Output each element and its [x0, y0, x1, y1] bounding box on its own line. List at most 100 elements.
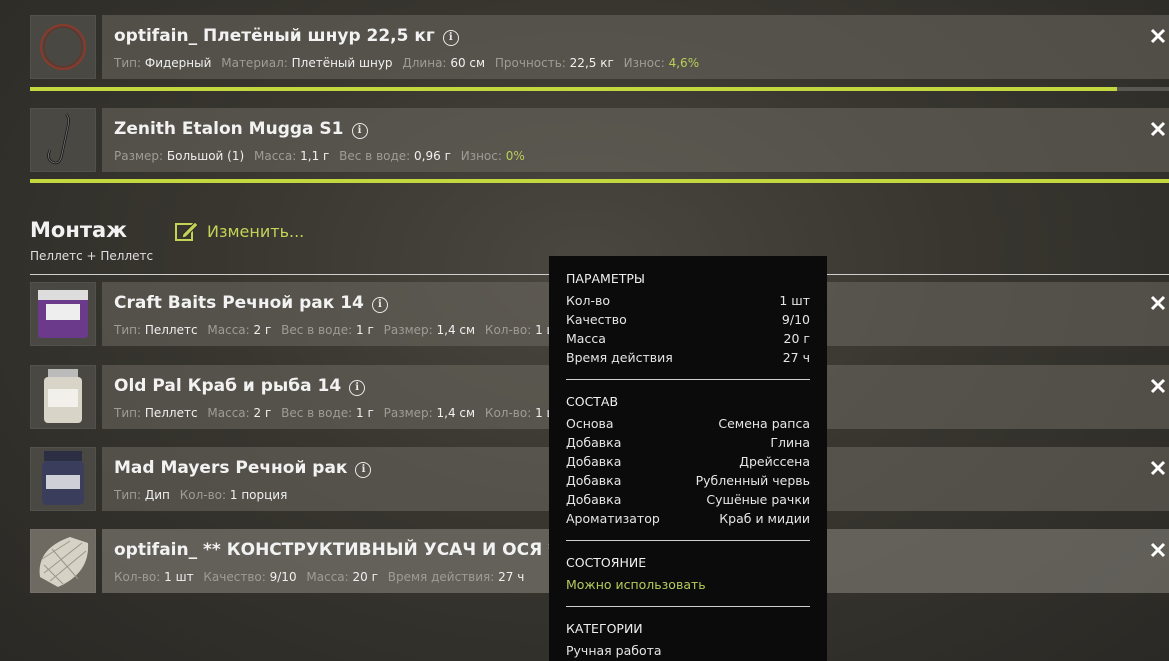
- meta-value: Большой (1): [166, 149, 245, 163]
- meta-value: Пеллетс: [144, 406, 198, 420]
- close-icon[interactable]: [1149, 120, 1167, 138]
- wear-value: 4,6%: [668, 56, 700, 70]
- bait-thumbnail: [30, 529, 96, 593]
- close-icon[interactable]: [1149, 377, 1167, 395]
- meta-label: Вес в воде:: [281, 323, 353, 337]
- wear-value: 0%: [505, 149, 525, 163]
- meta-value: 1 г: [356, 323, 374, 337]
- composition-value: Краб и мидии: [719, 511, 810, 526]
- composition-label: Ароматизатор: [566, 511, 660, 526]
- meta-label: Тип:: [114, 56, 142, 70]
- meta-value: 1 порция: [229, 488, 288, 502]
- meta-label: Тип:: [114, 323, 142, 337]
- info-icon[interactable]: i: [442, 30, 459, 46]
- line-meta: Тип: Фидерный Материал: Плетёный шнур Дл…: [114, 56, 705, 70]
- bait-title-text: optifain_ ** КОНСТРУКТИВНЫЙ УСАЧ И ОСЯ *…: [114, 540, 566, 560]
- edit-rig-button[interactable]: Изменить...: [175, 220, 304, 242]
- param-label: Масса: [566, 331, 606, 346]
- info-icon[interactable]: i: [371, 297, 388, 313]
- bait-title-text: Old Pal Краб и рыба 14: [114, 376, 342, 396]
- pellet-bucket-icon: [38, 290, 88, 338]
- line-item[interactable]: optifain_ Плетёный шнур 22,5 кг i Тип: Фи…: [30, 15, 1169, 79]
- meta-value: Фидерный: [144, 56, 212, 70]
- meta-value: 0,96 г: [414, 149, 451, 163]
- pva-mesh-icon: [39, 537, 89, 587]
- line-panel: optifain_ Плетёный шнур 22,5 кг i Тип: Фи…: [102, 15, 1169, 79]
- composition-value: Глина: [770, 435, 810, 450]
- bait-title: Craft Baits Речной рак 14 i: [114, 293, 388, 313]
- meta-label: Прочность:: [494, 56, 566, 70]
- bait-title: Old Pal Краб и рыба 14 i: [114, 376, 366, 396]
- meta-value: 1,1 г: [300, 149, 330, 163]
- close-icon[interactable]: [1149, 541, 1167, 559]
- meta-value: 20 г: [352, 570, 378, 584]
- param-value: 20 г: [783, 331, 810, 346]
- composition-value: Дрейссена: [739, 454, 810, 469]
- close-icon[interactable]: [1149, 459, 1167, 477]
- meta-label: Качество:: [203, 570, 266, 584]
- edit-icon: [175, 221, 199, 241]
- meta-label: Кол-во:: [484, 406, 532, 420]
- param-value: 1 шт: [779, 293, 810, 308]
- line-title-text: optifain_ Плетёный шнур 22,5 кг: [114, 26, 435, 46]
- bait-title: optifain_ ** КОНСТРУКТИВНЫЙ УСАЧ И ОСЯ *…: [114, 540, 590, 560]
- bait-meta: Тип: Пеллетс Масса: 2 г Вес в воде: 1 г …: [114, 406, 571, 420]
- state-header: СОСТОЯНИЕ: [566, 555, 647, 570]
- bait-thumbnail: [30, 447, 96, 511]
- meta-value: 22,5 кг: [569, 56, 614, 70]
- param-label: Время действия: [566, 350, 673, 365]
- composition-value: Семена рапса: [718, 416, 810, 431]
- meta-value: 9/10: [269, 570, 297, 584]
- info-icon[interactable]: i: [349, 380, 366, 396]
- rig-subtitle: Пеллетс + Пеллетс: [30, 249, 154, 263]
- tooltip-divider: [566, 606, 810, 607]
- line-condition-bar: [30, 87, 1117, 91]
- composition-row: Добавка Сушёные рачки: [566, 492, 810, 507]
- param-value: 27 ч: [782, 350, 810, 365]
- close-icon[interactable]: [1149, 27, 1167, 45]
- bait-title-text: Craft Baits Речной рак 14: [114, 293, 364, 313]
- param-row: Масса 20 г: [566, 331, 810, 346]
- hook-item[interactable]: Zenith Etalon Mugga S1 i Размер: Большой …: [30, 108, 1169, 172]
- meta-label: Вес в воде:: [339, 149, 411, 163]
- meta-label: Кол-во:: [114, 570, 161, 584]
- meta-label: Материал:: [221, 56, 288, 70]
- composition-row: Добавка Рубленный червь: [566, 473, 810, 488]
- bait-thumbnail: [30, 365, 96, 429]
- meta-value: 60 см: [450, 56, 486, 70]
- close-icon[interactable]: [1149, 294, 1167, 312]
- hook-title-text: Zenith Etalon Mugga S1: [114, 119, 344, 139]
- meta-value: 1 шт: [164, 570, 194, 584]
- composition-header: СОСТАВ: [566, 394, 619, 409]
- composition-value: Сушёные рачки: [706, 492, 810, 507]
- meta-value: 1 г: [356, 406, 374, 420]
- meta-label: Размер:: [383, 406, 433, 420]
- meta-value: Пеллетс: [144, 323, 198, 337]
- meta-value: 1,4 см: [436, 323, 476, 337]
- hook-icon: [47, 113, 70, 165]
- hook-meta: Размер: Большой (1) Масса: 1,1 г Вес в в…: [114, 149, 531, 163]
- param-row: Кол-во 1 шт: [566, 293, 810, 308]
- param-row: Качество 9/10: [566, 312, 810, 327]
- meta-label: Время действия:: [387, 570, 495, 584]
- param-value: 9/10: [781, 312, 810, 327]
- braided-line-icon: [40, 24, 86, 70]
- meta-value: Дип: [144, 488, 170, 502]
- meta-value: 1,4 см: [436, 406, 476, 420]
- composition-label: Добавка: [566, 454, 622, 469]
- pellet-jar-icon: [44, 369, 82, 423]
- info-icon[interactable]: i: [355, 462, 372, 478]
- meta-label: Размер:: [114, 149, 164, 163]
- meta-label: Кол-во:: [179, 488, 227, 502]
- composition-label: Добавка: [566, 473, 622, 488]
- hook-panel: Zenith Etalon Mugga S1 i Размер: Большой …: [102, 108, 1169, 172]
- param-label: Качество: [566, 312, 627, 327]
- param-label: Кол-во: [566, 293, 611, 308]
- composition-value: Рубленный червь: [695, 473, 810, 488]
- meta-label: Масса:: [207, 323, 250, 337]
- info-icon[interactable]: i: [351, 123, 368, 139]
- meta-label: Длина:: [402, 56, 447, 70]
- meta-label: Масса:: [306, 570, 349, 584]
- rig-title: Монтаж: [30, 218, 128, 242]
- meta-value: 2 г: [253, 323, 272, 337]
